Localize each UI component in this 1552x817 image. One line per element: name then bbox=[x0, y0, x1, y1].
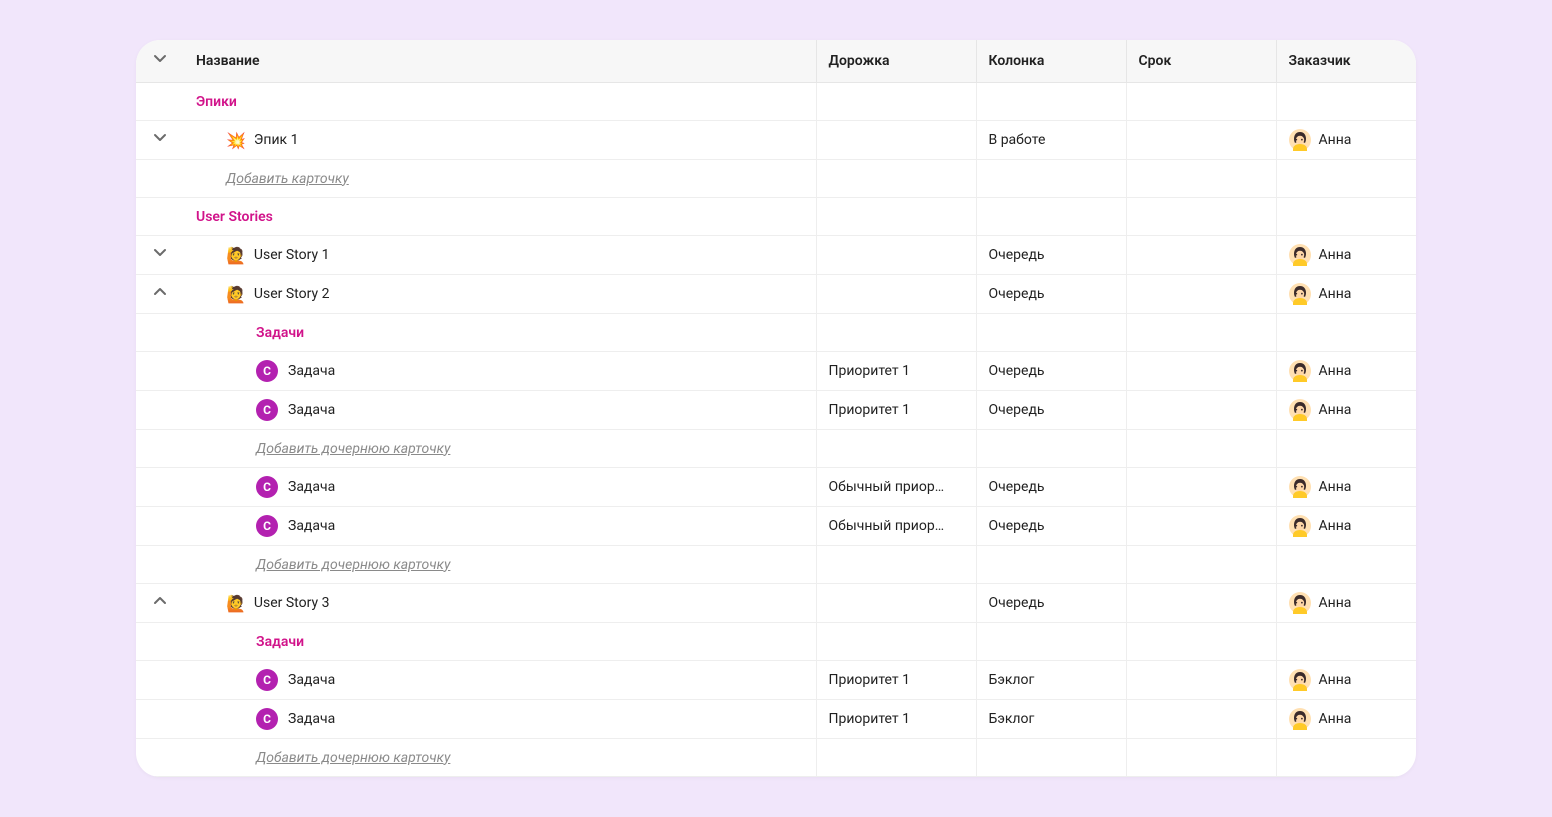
table-header-row: Название Дорожка Колонка Срок Заказчик bbox=[136, 40, 1416, 83]
avatar bbox=[1289, 476, 1311, 498]
add-child-card-link[interactable]: Добавить дочернюю карточку bbox=[196, 441, 450, 457]
collision-icon: 💥 bbox=[226, 131, 246, 150]
avatar bbox=[1289, 283, 1311, 305]
avatar bbox=[1289, 360, 1311, 382]
row-column: Бэклог bbox=[976, 700, 1126, 739]
row-title: User Story 2 bbox=[254, 286, 330, 302]
chevron-down-icon[interactable] bbox=[151, 129, 169, 147]
tag-badge: С bbox=[256, 360, 278, 382]
add-card-row: Добавить карточку bbox=[136, 160, 1416, 198]
header-track[interactable]: Дорожка bbox=[816, 40, 976, 83]
row-column: Очередь bbox=[976, 584, 1126, 623]
avatar bbox=[1289, 708, 1311, 730]
task-table-panel: Название Дорожка Колонка Срок Заказчик Э… bbox=[136, 40, 1416, 777]
header-owner[interactable]: Заказчик bbox=[1276, 40, 1416, 83]
row-title: Задача bbox=[288, 711, 335, 727]
add-child-card-row: Добавить дочернюю карточку bbox=[136, 739, 1416, 777]
tag-badge: С bbox=[256, 669, 278, 691]
header-due[interactable]: Срок bbox=[1126, 40, 1276, 83]
table-row[interactable]: С Задача Приоритет 1 Бэклог Анна bbox=[136, 661, 1416, 700]
owner-name: Анна bbox=[1319, 363, 1352, 379]
row-column: Очередь bbox=[976, 468, 1126, 507]
row-track: Приоритет 1 bbox=[816, 700, 976, 739]
row-track: Обычный приор… bbox=[816, 507, 976, 546]
owner-name: Анна bbox=[1319, 711, 1352, 727]
owner-name: Анна bbox=[1319, 595, 1352, 611]
table-row[interactable]: С Задача Приоритет 1 Очередь Анна bbox=[136, 391, 1416, 430]
row-track: Приоритет 1 bbox=[816, 352, 976, 391]
tag-badge: С bbox=[256, 399, 278, 421]
row-column: Очередь bbox=[976, 507, 1126, 546]
row-column: Очередь bbox=[976, 391, 1126, 430]
table-row[interactable]: С Задача Обычный приор… Очередь Анна bbox=[136, 507, 1416, 546]
add-card-link[interactable]: Добавить карточку bbox=[196, 171, 349, 187]
section-row-epics: Эпики bbox=[136, 83, 1416, 121]
section-label-user-stories: User Stories bbox=[196, 209, 273, 225]
section-row-tasks: Задачи bbox=[136, 314, 1416, 352]
row-title: Задача bbox=[288, 672, 335, 688]
owner-name: Анна bbox=[1319, 518, 1352, 534]
row-column: Очередь bbox=[976, 275, 1126, 314]
tag-badge: С bbox=[256, 515, 278, 537]
row-title: Задача bbox=[288, 363, 335, 379]
row-track: Приоритет 1 bbox=[816, 391, 976, 430]
avatar bbox=[1289, 669, 1311, 691]
row-column: Очередь bbox=[976, 352, 1126, 391]
row-column: Бэклог bbox=[976, 661, 1126, 700]
avatar bbox=[1289, 129, 1311, 151]
header-column[interactable]: Колонка bbox=[976, 40, 1126, 83]
task-table: Название Дорожка Колонка Срок Заказчик Э… bbox=[136, 40, 1416, 777]
avatar bbox=[1289, 399, 1311, 421]
header-name[interactable]: Название bbox=[184, 40, 816, 83]
add-child-card-link[interactable]: Добавить дочернюю карточку bbox=[196, 750, 450, 766]
row-track: Обычный приор… bbox=[816, 468, 976, 507]
row-title: User Story 3 bbox=[254, 595, 330, 611]
row-title: Задача bbox=[288, 518, 335, 534]
owner-name: Анна bbox=[1319, 247, 1352, 263]
header-toggle[interactable] bbox=[136, 40, 184, 83]
row-title: User Story 1 bbox=[254, 247, 330, 263]
row-track: Приоритет 1 bbox=[816, 661, 976, 700]
table-row[interactable]: С Задача Приоритет 1 Бэклог Анна bbox=[136, 700, 1416, 739]
table-row[interactable]: С Задача Обычный приор… Очередь Анна bbox=[136, 468, 1416, 507]
chevron-up-icon[interactable] bbox=[151, 283, 169, 301]
owner-name: Анна bbox=[1319, 402, 1352, 418]
owner-name: Анна bbox=[1319, 132, 1352, 148]
table-row[interactable]: 🙋 User Story 2 Очередь Анна bbox=[136, 275, 1416, 314]
raising-hand-icon: 🙋 bbox=[226, 246, 246, 265]
row-column: В работе bbox=[976, 121, 1126, 160]
row-title: Задача bbox=[288, 479, 335, 495]
chevron-down-icon bbox=[151, 50, 169, 68]
tag-badge: С bbox=[256, 476, 278, 498]
tag-badge: С bbox=[256, 708, 278, 730]
owner-name: Анна bbox=[1319, 479, 1352, 495]
owner-name: Анна bbox=[1319, 672, 1352, 688]
row-title: Эпик 1 bbox=[254, 132, 299, 148]
section-label-tasks: Задачи bbox=[196, 325, 304, 341]
table-row[interactable]: 🙋 User Story 3 Очередь Анна bbox=[136, 584, 1416, 623]
owner-name: Анна bbox=[1319, 286, 1352, 302]
add-child-card-link[interactable]: Добавить дочернюю карточку bbox=[196, 557, 450, 573]
row-title: Задача bbox=[288, 402, 335, 418]
add-child-card-row: Добавить дочернюю карточку bbox=[136, 430, 1416, 468]
section-label-epics: Эпики bbox=[196, 94, 237, 110]
section-row-user-stories: User Stories bbox=[136, 198, 1416, 236]
raising-hand-icon: 🙋 bbox=[226, 594, 246, 613]
section-row-tasks: Задачи bbox=[136, 623, 1416, 661]
section-label-tasks: Задачи bbox=[196, 634, 304, 650]
table-row[interactable]: 💥 Эпик 1 В работе Анна bbox=[136, 121, 1416, 160]
avatar bbox=[1289, 244, 1311, 266]
table-row[interactable]: С Задача Приоритет 1 Очередь Анна bbox=[136, 352, 1416, 391]
chevron-down-icon[interactable] bbox=[151, 244, 169, 262]
chevron-up-icon[interactable] bbox=[151, 592, 169, 610]
avatar bbox=[1289, 515, 1311, 537]
table-row[interactable]: 🙋 User Story 1 Очередь Анна bbox=[136, 236, 1416, 275]
avatar bbox=[1289, 592, 1311, 614]
raising-hand-icon: 🙋 bbox=[226, 285, 246, 304]
add-child-card-row: Добавить дочернюю карточку bbox=[136, 546, 1416, 584]
row-column: Очередь bbox=[976, 236, 1126, 275]
